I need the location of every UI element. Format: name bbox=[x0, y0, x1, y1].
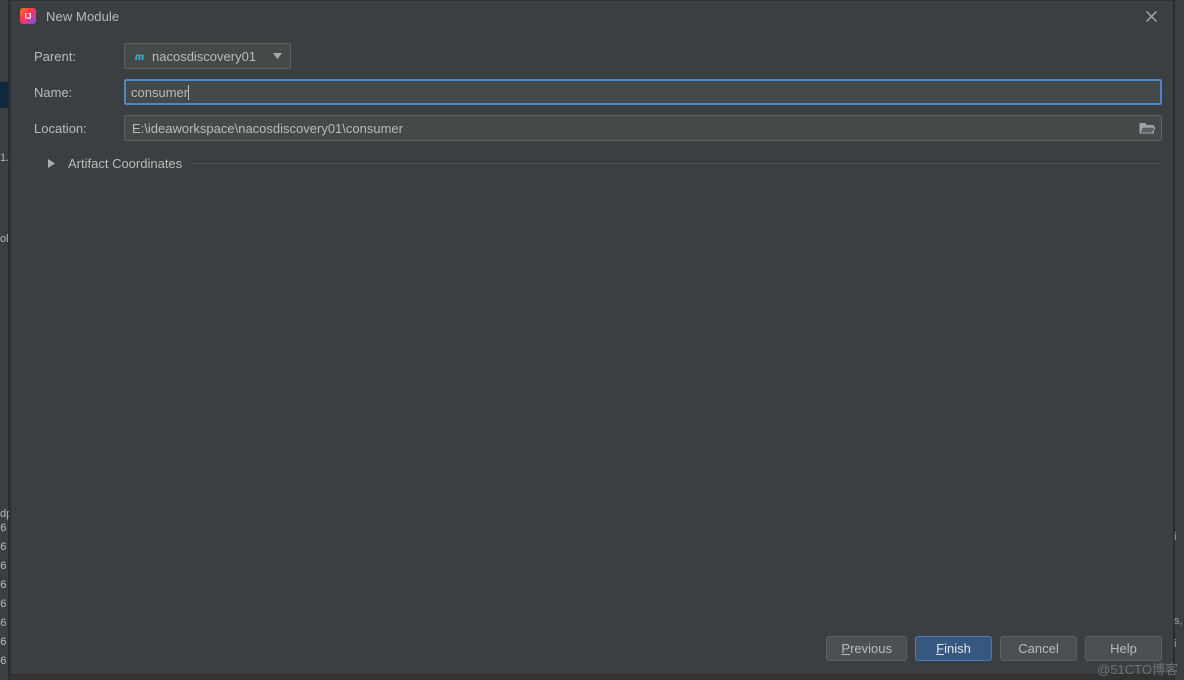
location-label: Location: bbox=[34, 120, 87, 136]
finish-label: inish bbox=[944, 640, 971, 656]
ide-right-editor-strip: i s, i bbox=[1174, 0, 1184, 680]
artifact-coordinates-section[interactable]: Artifact Coordinates bbox=[21, 153, 1163, 173]
ide-left-fragment-1: 1. bbox=[0, 152, 9, 164]
dialog-body: Parent: m nacosdiscovery01 Name: consume… bbox=[11, 31, 1173, 622]
cancel-label: Cancel bbox=[1018, 640, 1059, 656]
maven-module-icon: m bbox=[134, 48, 145, 63]
parent-combobox[interactable]: m nacosdiscovery01 bbox=[124, 43, 291, 69]
previous-mnemonic: P bbox=[841, 640, 851, 656]
chevron-down-icon bbox=[268, 53, 286, 59]
name-input-value: consumer bbox=[131, 84, 189, 100]
parent-value: nacosdiscovery01 bbox=[152, 48, 257, 64]
dialog-button-bar: Previous Finish Cancel Help bbox=[11, 622, 1173, 674]
new-module-dialog: New Module Parent: m nacosdiscovery01 bbox=[10, 0, 1174, 675]
ide-left-fragment-2: ol bbox=[0, 233, 9, 245]
name-row: Name: consumer bbox=[21, 79, 1163, 105]
cancel-button[interactable]: Cancel bbox=[1000, 635, 1077, 661]
dialog-titlebar: New Module bbox=[11, 1, 1173, 31]
help-button[interactable]: Help bbox=[1085, 635, 1162, 661]
ide-left-selected-item bbox=[0, 82, 9, 108]
previous-button[interactable]: Previous bbox=[826, 635, 907, 661]
name-input[interactable]: consumer bbox=[124, 79, 1162, 105]
ide-right-fragment-1: i bbox=[1174, 531, 1177, 543]
artifact-coordinates-label[interactable]: Artifact Coordinates bbox=[68, 156, 182, 171]
folder-icon bbox=[1139, 123, 1155, 134]
browse-folder-button[interactable] bbox=[1135, 117, 1159, 139]
location-row: Location: E:\ideaworkspace\nacosdiscover… bbox=[21, 115, 1163, 141]
screen: 1. ol dp 66666666 i s, i New Module bbox=[0, 0, 1184, 680]
ide-right-fragment-3: i bbox=[1174, 638, 1177, 650]
intellij-idea-logo-icon bbox=[20, 8, 36, 24]
finish-button[interactable]: Finish bbox=[915, 635, 992, 661]
previous-label: revious bbox=[850, 640, 892, 656]
triangle-right-icon[interactable] bbox=[48, 158, 59, 168]
dialog-title: New Module bbox=[46, 8, 120, 24]
text-caret bbox=[188, 84, 190, 100]
parent-row: Parent: m nacosdiscovery01 bbox=[21, 43, 1163, 69]
parent-label: Parent: bbox=[34, 48, 76, 64]
help-label: Help bbox=[1110, 640, 1137, 656]
finish-mnemonic: F bbox=[936, 640, 945, 656]
ide-right-fragment-2: s, bbox=[1174, 615, 1183, 627]
ide-left-toolwindow-strip: 1. ol dp 66666666 bbox=[0, 0, 9, 680]
name-label: Name: bbox=[34, 84, 73, 100]
location-input[interactable]: E:\ideaworkspace\nacosdiscovery01\consum… bbox=[124, 115, 1162, 141]
close-button[interactable] bbox=[1129, 1, 1173, 31]
close-icon bbox=[1145, 10, 1157, 22]
location-input-value: E:\ideaworkspace\nacosdiscovery01\consum… bbox=[132, 120, 403, 136]
ide-console-fragment: 66666666 bbox=[0, 523, 7, 668]
section-separator bbox=[192, 162, 1160, 164]
